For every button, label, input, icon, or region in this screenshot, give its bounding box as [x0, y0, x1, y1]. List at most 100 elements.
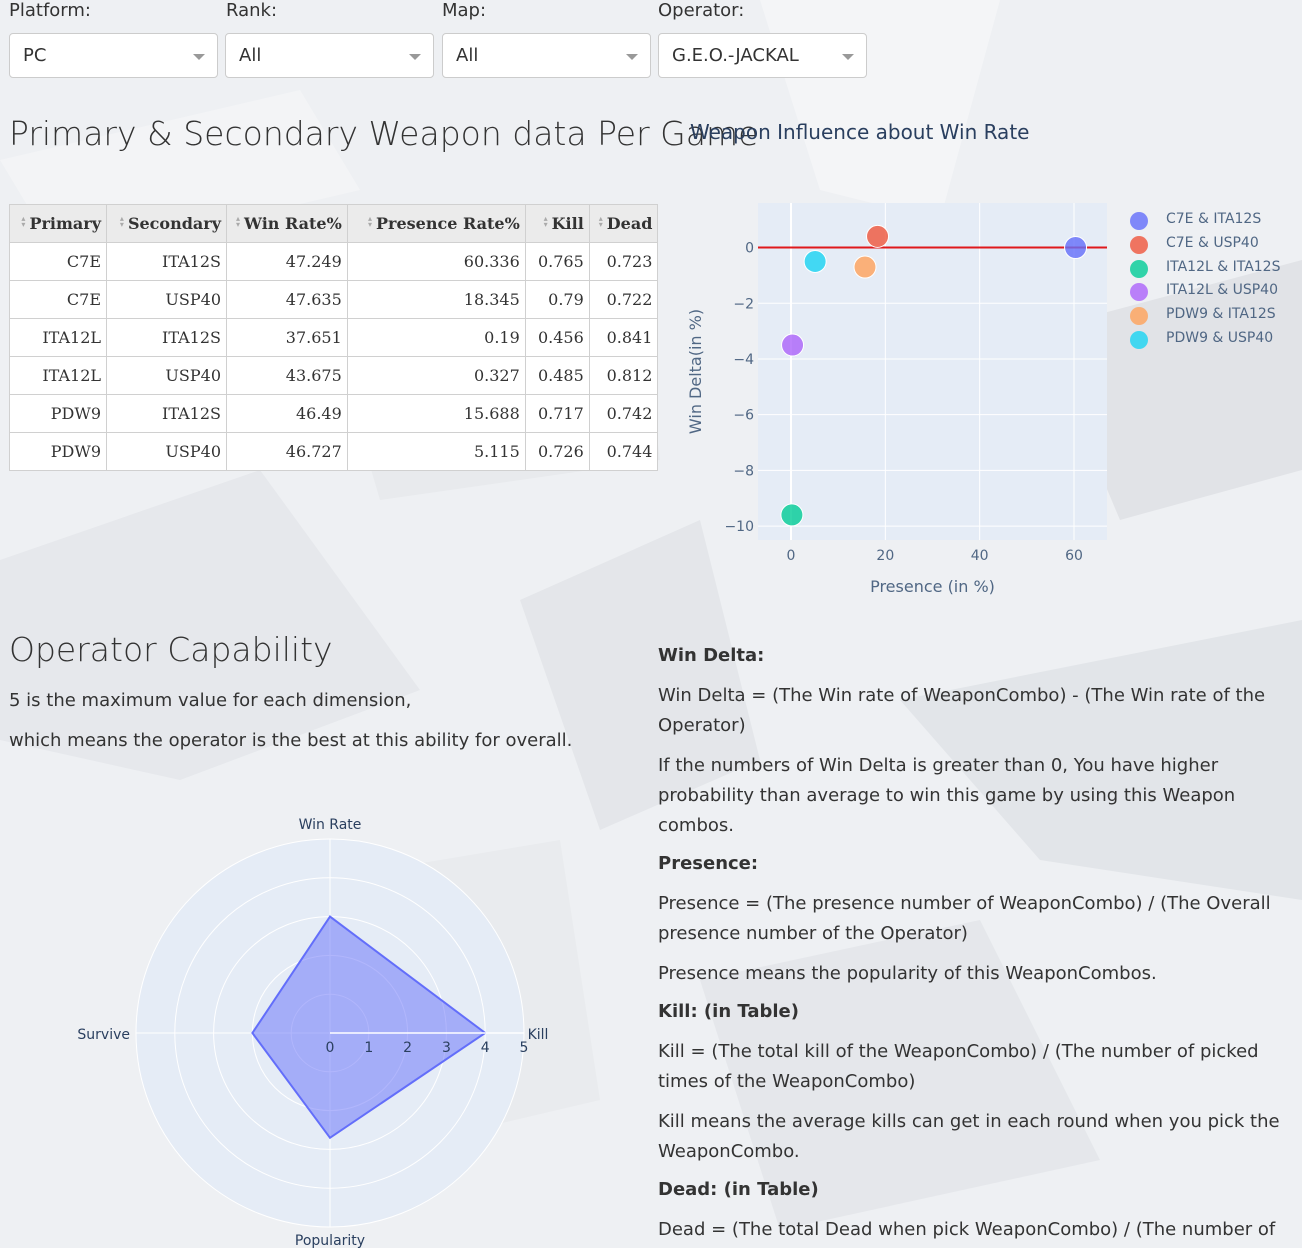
y-tick-label: −2 [733, 296, 754, 312]
data-point [781, 333, 805, 357]
sort-icon[interactable]: ▴▾ [232, 214, 240, 228]
table-header-row: ▴▾ Primary ▴▾ Secondary ▴▾ Win Rate% ▴▾ Presenc… [9, 204, 659, 243]
table-cell: 0.717 [524, 394, 590, 433]
legend-label: PDW9 & ITA12S [1166, 306, 1276, 323]
table-cell: 0.722 [588, 280, 659, 319]
scatter-plot: 0 20 40 60 0 −2 −4 −6 −8 −10 Presence (in %) Win De… [686, 203, 1107, 596]
radar-axis-label: Survive [77, 1027, 130, 1043]
rank-label: Rank: [226, 0, 278, 21]
table-cell: PDW9 [9, 432, 107, 471]
sort-icon[interactable]: ▴▾ [540, 214, 548, 228]
x-tick-label: 0 [787, 548, 796, 564]
presence-formula: Presence = (The presence number of Weapo… [658, 893, 1271, 944]
platform-value: PC [23, 45, 47, 66]
table-cell: 0.812 [588, 356, 659, 395]
column-header[interactable]: ▴▾ Secondary [106, 204, 227, 243]
data-point [853, 255, 877, 279]
table-cell: PDW9 [9, 394, 107, 433]
column-header[interactable]: ▴▾ Win Rate% [226, 204, 348, 243]
table-cell: 60.336 [346, 242, 526, 281]
table-body: C7E ITA12S 47.249 60.336 0.765 0.723 C7E USP40 4… [9, 242, 659, 471]
column-header[interactable]: ▴▾ Kill [524, 204, 590, 243]
column-header-label: Kill [551, 214, 584, 233]
chevron-down-icon [193, 54, 205, 60]
operator-label: Operator: [658, 0, 745, 21]
radar-tick-label: 0 [326, 1040, 335, 1056]
table-cell: 0.456 [524, 318, 590, 357]
platform-dropdown[interactable]: PC [9, 33, 218, 78]
radar-axis-label: Win Rate [299, 817, 362, 833]
radar-tick-label: 1 [364, 1040, 373, 1056]
table-cell: 0.485 [524, 356, 590, 395]
table-cell: 5.115 [346, 432, 526, 471]
chevron-down-icon [842, 54, 854, 60]
win-delta-heading: Win Delta: [658, 645, 765, 666]
column-header[interactable]: ▴▾ Primary [9, 204, 107, 243]
legend-label: ITA12L & ITA12S [1166, 258, 1281, 275]
table-cell: 37.651 [226, 318, 348, 357]
metric-descriptions: Win Delta: Win Delta = (The Win rate of … [658, 641, 1302, 1248]
column-header[interactable]: ▴▾ Dead [588, 204, 659, 243]
y-tick-label: −4 [733, 352, 754, 368]
table-cell: ITA12S [106, 394, 227, 433]
y-tick-label: −8 [733, 463, 754, 479]
sort-icon[interactable]: ▴▾ [595, 214, 603, 228]
kill-note: Kill means the average kills can get in … [658, 1111, 1280, 1162]
data-point [780, 503, 804, 527]
table-cell: 15.688 [346, 394, 526, 433]
table-cell: USP40 [106, 432, 227, 471]
legend-marker [1130, 331, 1148, 349]
table-cell: 18.345 [346, 280, 526, 319]
table-row: PDW9 USP40 46.727 5.115 0.726 0.744 [9, 432, 659, 471]
legend-label: C7E & ITA12S [1166, 211, 1262, 227]
legend-label: PDW9 & USP40 [1166, 330, 1274, 346]
column-header-label: Primary [29, 214, 101, 233]
column-header-label: Secondary [127, 214, 221, 233]
sort-icon[interactable]: ▴▾ [116, 214, 124, 228]
rank-value: All [239, 45, 262, 66]
table-cell: C7E [9, 242, 107, 281]
legend-marker [1130, 235, 1148, 254]
table-cell: 0.765 [524, 242, 590, 281]
data-point [866, 224, 890, 248]
kill-formula: Kill = (The total kill of the WeaponComb… [658, 1041, 1259, 1092]
operator-dropdown[interactable]: G.E.O.-JACKAL [658, 33, 867, 78]
sort-icon[interactable]: ▴▾ [17, 214, 25, 228]
dead-formula: Dead = (The total Dead when pick WeaponC… [658, 1219, 1276, 1240]
radar-tick-label: 4 [481, 1040, 490, 1056]
column-header-label: Presence Rate% [376, 214, 520, 233]
radar-chart: 0 1 2 3 4 5 Win Rate Kill Popularity Survive [0, 800, 640, 1248]
table-row: ITA12L USP40 43.675 0.327 0.485 0.812 [9, 356, 659, 395]
map-label: Map: [442, 0, 487, 21]
table-cell: 47.635 [226, 280, 348, 319]
legend-label: ITA12L & USP40 [1166, 282, 1278, 299]
column-header[interactable]: ▴▾ Presence Rate% [346, 204, 526, 243]
table-cell: ITA12S [106, 318, 227, 357]
table-cell: 47.249 [226, 242, 348, 281]
x-tick-label: 40 [971, 548, 989, 564]
table-row: PDW9 ITA12S 46.49 15.688 0.717 0.742 [9, 394, 659, 433]
legend-marker [1130, 259, 1148, 278]
radar-tick-label: 2 [403, 1040, 412, 1056]
table-row: ITA12L ITA12S 37.651 0.19 0.456 0.841 [9, 318, 659, 357]
sort-icon[interactable]: ▴▾ [364, 214, 372, 228]
scatter-chart: Weapon Influence about Win Rate 0 20 40 60 0… [680, 110, 1302, 610]
table-cell: ITA12L [9, 356, 107, 395]
win-delta-formula: Win Delta = (The Win rate of WeaponCombo… [658, 685, 1266, 736]
y-tick-label: −10 [724, 519, 754, 535]
y-tick-label: −6 [733, 408, 754, 424]
presence-heading: Presence: [658, 853, 759, 874]
table-cell: 0.723 [588, 242, 659, 281]
capability-note-2: which means the operator is the best at … [9, 730, 573, 751]
map-dropdown[interactable]: All [442, 33, 651, 78]
table-cell: USP40 [106, 356, 227, 395]
map-value: All [456, 45, 479, 66]
legend-label: C7E & USP40 [1166, 234, 1259, 251]
operator-value: G.E.O.-JACKAL [672, 45, 799, 66]
presence-note: Presence means the popularity of this We… [658, 963, 1157, 984]
rank-dropdown[interactable]: All [225, 33, 434, 78]
table-cell: USP40 [106, 280, 227, 319]
capability-note-1: 5 is the maximum value for each dimensio… [9, 690, 412, 711]
column-header-label: Dead [606, 214, 653, 233]
chevron-down-icon [409, 54, 421, 60]
